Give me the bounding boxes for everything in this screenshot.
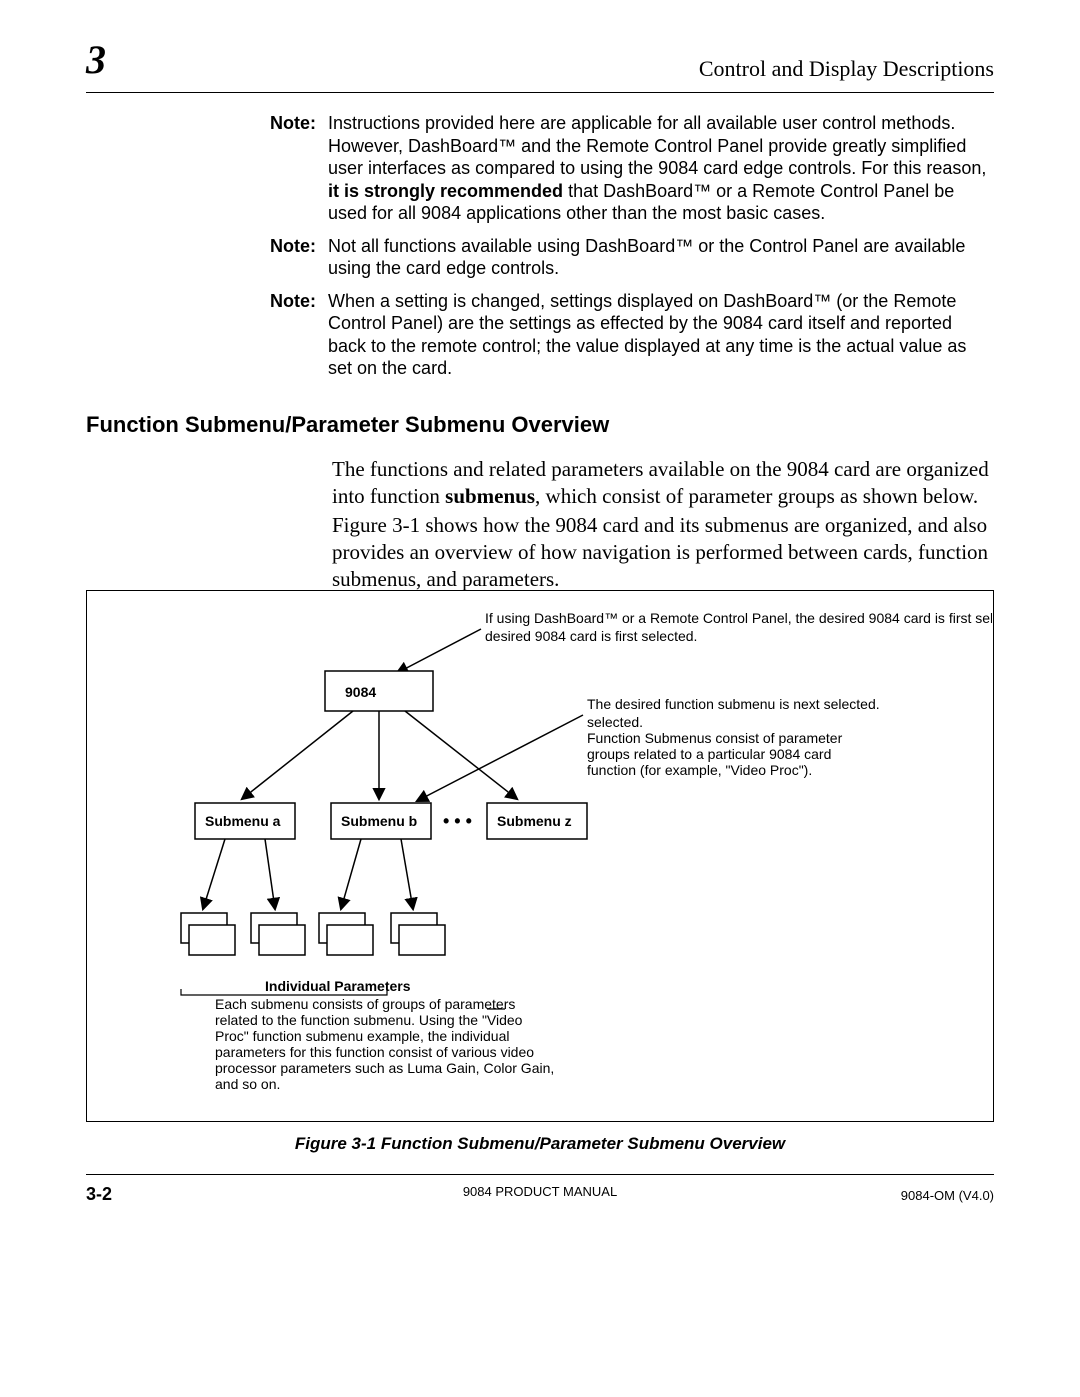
fig-text-right-1b: selected. xyxy=(587,714,643,730)
figure-3-1: If using DashBoard™ or a Remote Control … xyxy=(86,590,994,1122)
section-heading: Function Submenu/Parameter Submenu Overv… xyxy=(86,412,609,438)
note-body: When a setting is changed, settings disp… xyxy=(328,290,994,380)
fig-indiv-line2: related to the function submenu. Using t… xyxy=(215,1012,523,1028)
fig-card-label: 9084 xyxy=(345,684,376,700)
fig-text-top-2: desired 9084 card is first selected. xyxy=(485,628,697,644)
fig-text-right-1: The desired function submenu is next sel… xyxy=(587,696,880,712)
note-body: Not all functions available using DashBo… xyxy=(328,235,994,280)
note-label: Note: xyxy=(270,290,328,380)
note-body: Instructions provided here are applicabl… xyxy=(328,112,994,225)
fig-indiv-line4: parameters for this function consist of … xyxy=(215,1044,534,1060)
note-row: Note:Instructions provided here are appl… xyxy=(270,112,994,225)
fig-submenu-z-label: Submenu z xyxy=(497,813,572,829)
fig-submenu-b-label: Submenu b xyxy=(341,813,417,829)
fig-text-right-2c: function (for example, "Video Proc"). xyxy=(587,762,812,778)
fig-ellipsis: • • • xyxy=(443,811,472,831)
chapter-number: 3 xyxy=(86,36,106,83)
body-para-2: Figure 3-1 shows how the 9084 card and i… xyxy=(332,512,994,593)
note-row: Note:When a setting is changed, settings… xyxy=(270,290,994,380)
body-para-1: The functions and related parameters ava… xyxy=(332,456,994,510)
running-header: Control and Display Descriptions xyxy=(699,56,994,82)
fig-text-top: If using DashBoard™ or a Remote Control … xyxy=(485,610,992,626)
note-label: Note: xyxy=(270,112,328,225)
fig-card-box xyxy=(325,671,433,711)
fig-indiv-line6: and so on. xyxy=(215,1076,280,1092)
fig-indiv-line1: Each submenu consists of groups of param… xyxy=(215,996,515,1012)
notes-block: Note:Instructions provided here are appl… xyxy=(270,112,994,390)
fig-indiv-line5: processor parameters such as Luma Gain, … xyxy=(215,1060,554,1076)
figure-caption: Figure 3-1 Function Submenu/Parameter Su… xyxy=(86,1134,994,1154)
fig-submenu-a-label: Submenu a xyxy=(205,813,281,829)
footer-center: 9084 PRODUCT MANUAL xyxy=(86,1184,994,1199)
fig-text-right-2b: groups related to a particular 9084 card xyxy=(587,746,831,762)
note-row: Note:Not all functions available using D… xyxy=(270,235,994,280)
note-label: Note: xyxy=(270,235,328,280)
fig-indiv-heading: Individual Parameters xyxy=(265,978,411,994)
header-rule xyxy=(86,92,994,93)
footer-rule xyxy=(86,1174,994,1175)
footer: 3-2 9084 PRODUCT MANUAL 9084-OM (V4.0) xyxy=(86,1184,994,1205)
fig-indiv-line3: Proc" function submenu example, the indi… xyxy=(215,1028,509,1044)
fig-text-right-2: Function Submenus consist of parameter xyxy=(587,730,843,746)
page: 3 Control and Display Descriptions Note:… xyxy=(0,0,1080,1397)
